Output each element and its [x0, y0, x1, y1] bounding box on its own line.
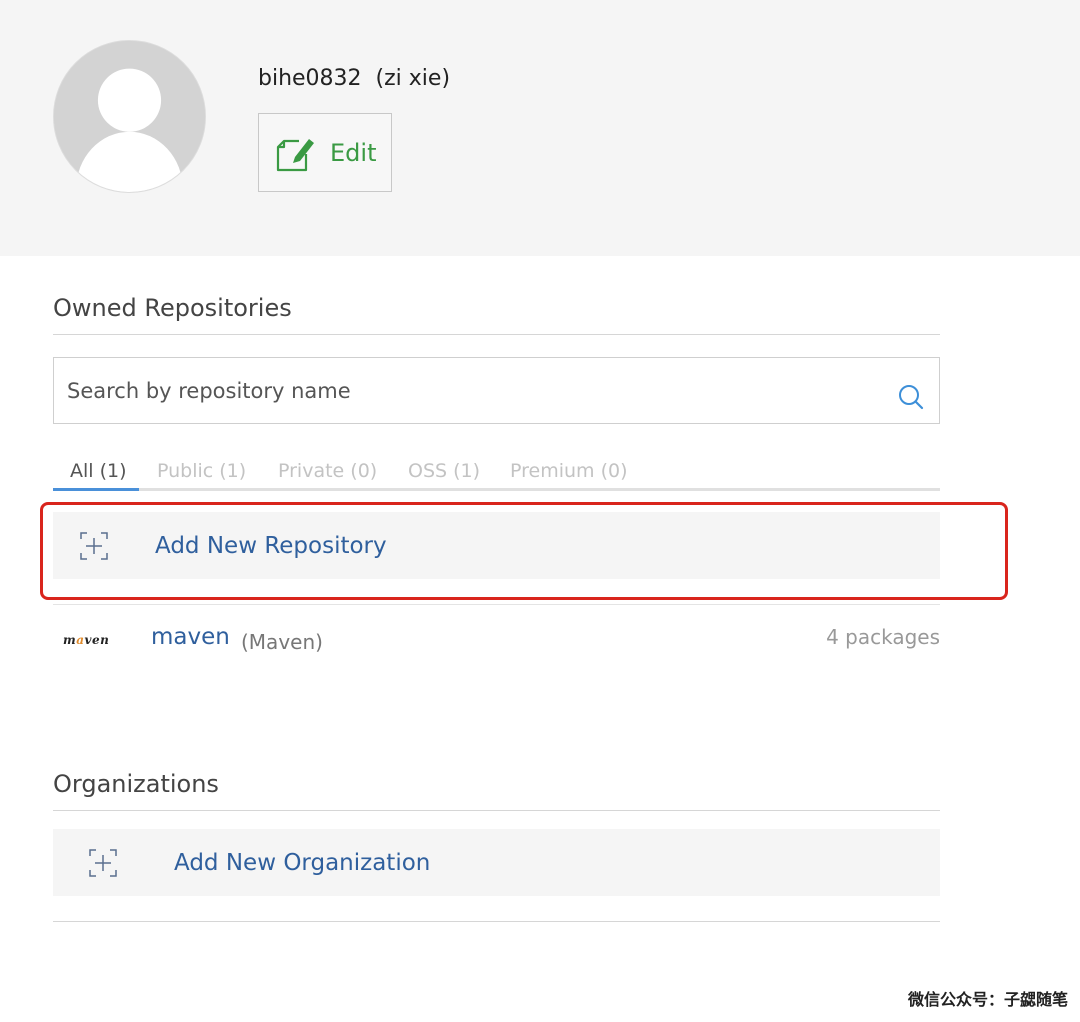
edit-icon [276, 138, 314, 171]
section-divider [53, 810, 940, 811]
tab-premium[interactable]: Premium (0) [510, 460, 628, 482]
add-icon [89, 848, 117, 877]
profile-name: bihe0832 (zi xie) [258, 66, 450, 91]
tab-all[interactable]: All (1) [70, 460, 127, 482]
add-icon [80, 531, 108, 560]
username: bihe0832 [258, 66, 362, 91]
add-new-organization-label: Add New Organization [174, 849, 431, 876]
repository-filter-tabs: All (1) Public (1) Private (0) OSS (1) P… [53, 460, 940, 491]
active-tab-indicator [53, 488, 139, 491]
search-icon[interactable] [897, 383, 925, 411]
tab-oss[interactable]: OSS (1) [408, 460, 480, 482]
section-divider [53, 334, 940, 335]
section-divider [53, 921, 940, 922]
watermark: 微信公众号：子勰随笔 [907, 990, 1068, 1009]
repository-type: (Maven) [241, 630, 323, 654]
add-new-repository-button[interactable]: Add New Repository [53, 512, 940, 579]
edit-label: Edit [330, 138, 377, 167]
maven-logo: maven [63, 633, 110, 647]
display-name: (zi xie) [375, 66, 451, 91]
add-new-repository-label: Add New Repository [155, 532, 387, 559]
profile-header: bihe0832 (zi xie) Edit [0, 0, 1080, 256]
organizations-title: Organizations [53, 770, 219, 798]
package-count: 4 packages [826, 625, 940, 649]
avatar [53, 40, 206, 193]
repository-name-link[interactable]: maven [151, 624, 230, 650]
repository-search [53, 357, 940, 424]
repository-search-input[interactable] [54, 358, 884, 423]
repository-row: maven maven (Maven) 4 packages [53, 604, 940, 674]
user-silhouette-icon [54, 41, 205, 192]
tab-private[interactable]: Private (0) [278, 460, 377, 482]
tab-public[interactable]: Public (1) [157, 460, 246, 482]
edit-profile-button[interactable]: Edit [258, 113, 392, 192]
add-new-organization-button[interactable]: Add New Organization [53, 829, 940, 896]
owned-repositories-title: Owned Repositories [53, 294, 292, 322]
